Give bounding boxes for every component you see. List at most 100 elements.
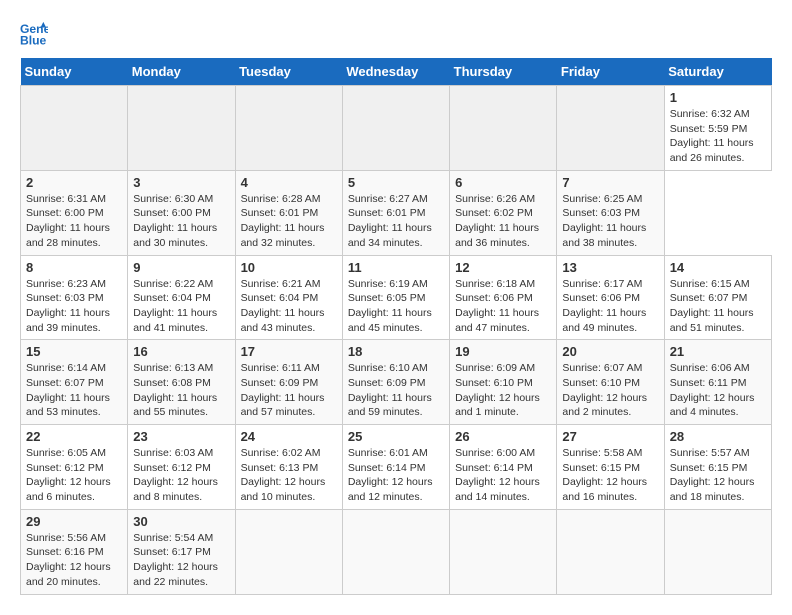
day-cell: 21Sunrise: 6:06 AMSunset: 6:11 PMDayligh… <box>664 340 771 425</box>
day-cell: 2 Sunrise: 6:31 AMSunset: 6:00 PMDaylight… <box>21 170 128 255</box>
day-info: Sunrise: 6:17 AMSunset: 6:06 PMDaylight:… <box>562 278 646 334</box>
empty-cell <box>342 86 449 171</box>
day-info: Sunrise: 6:00 AMSunset: 6:14 PMDaylight:… <box>455 447 540 503</box>
day-cell: 5 Sunrise: 6:27 AMSunset: 6:01 PMDaylight… <box>342 170 449 255</box>
day-number: 18 <box>348 344 444 359</box>
empty-cell <box>664 509 771 594</box>
day-cell: 14Sunrise: 6:15 AMSunset: 6:07 PMDayligh… <box>664 255 771 340</box>
empty-cell <box>21 86 128 171</box>
day-number: 13 <box>562 260 658 275</box>
day-cell: 28Sunrise: 5:57 AMSunset: 6:15 PMDayligh… <box>664 425 771 510</box>
day-number: 17 <box>241 344 337 359</box>
day-cell: 17 Sunrise: 6:11 AMSunset: 6:09 PMDayligh… <box>235 340 342 425</box>
day-info: Sunrise: 6:25 AMSunset: 6:03 PMDaylight:… <box>562 193 646 249</box>
day-number: 25 <box>348 429 444 444</box>
day-info: Sunrise: 6:30 AMSunset: 6:00 PMDaylight:… <box>133 193 217 249</box>
day-number: 22 <box>26 429 122 444</box>
day-number: 23 <box>133 429 229 444</box>
day-info: Sunrise: 6:14 AMSunset: 6:07 PMDaylight:… <box>26 362 110 418</box>
header: General Blue <box>20 20 772 48</box>
day-info: Sunrise: 6:31 AMSunset: 6:00 PMDaylight:… <box>26 193 110 249</box>
empty-cell <box>128 86 235 171</box>
day-cell: 20 Sunrise: 6:07 AMSunset: 6:10 PMDayligh… <box>557 340 664 425</box>
day-number: 12 <box>455 260 551 275</box>
empty-cell <box>342 509 449 594</box>
header-row: SundayMondayTuesdayWednesdayThursdayFrid… <box>21 58 772 86</box>
calendar-week-row: 8 Sunrise: 6:23 AMSunset: 6:03 PMDaylight… <box>21 255 772 340</box>
header-cell-wednesday: Wednesday <box>342 58 449 86</box>
header-cell-thursday: Thursday <box>450 58 557 86</box>
day-cell: 24 Sunrise: 6:02 AMSunset: 6:13 PMDayligh… <box>235 425 342 510</box>
day-number: 27 <box>562 429 658 444</box>
header-cell-sunday: Sunday <box>21 58 128 86</box>
day-number: 16 <box>133 344 229 359</box>
day-info: Sunrise: 6:23 AMSunset: 6:03 PMDaylight:… <box>26 278 110 334</box>
day-cell: 30Sunrise: 5:54 AMSunset: 6:17 PMDayligh… <box>128 509 235 594</box>
calendar-week-row: 1Sunrise: 6:32 AMSunset: 5:59 PMDaylight… <box>21 86 772 171</box>
calendar-week-row: 22 Sunrise: 6:05 AMSunset: 6:12 PMDayligh… <box>21 425 772 510</box>
day-cell: 1Sunrise: 6:32 AMSunset: 5:59 PMDaylight… <box>664 86 771 171</box>
empty-cell <box>450 509 557 594</box>
day-info: Sunrise: 6:06 AMSunset: 6:11 PMDaylight:… <box>670 362 755 418</box>
day-info: Sunrise: 6:15 AMSunset: 6:07 PMDaylight:… <box>670 278 754 334</box>
day-cell: 29Sunrise: 5:56 AMSunset: 6:16 PMDayligh… <box>21 509 128 594</box>
day-info: Sunrise: 6:01 AMSunset: 6:14 PMDaylight:… <box>348 447 433 503</box>
day-number: 15 <box>26 344 122 359</box>
day-number: 3 <box>133 175 229 190</box>
empty-cell <box>235 86 342 171</box>
day-info: Sunrise: 6:21 AMSunset: 6:04 PMDaylight:… <box>241 278 325 334</box>
day-info: Sunrise: 6:27 AMSunset: 6:01 PMDaylight:… <box>348 193 432 249</box>
day-cell: 8 Sunrise: 6:23 AMSunset: 6:03 PMDaylight… <box>21 255 128 340</box>
day-info: Sunrise: 6:19 AMSunset: 6:05 PMDaylight:… <box>348 278 432 334</box>
day-cell: 27 Sunrise: 5:58 AMSunset: 6:15 PMDayligh… <box>557 425 664 510</box>
logo: General Blue <box>20 20 52 48</box>
day-info: Sunrise: 6:22 AMSunset: 6:04 PMDaylight:… <box>133 278 217 334</box>
logo-icon: General Blue <box>20 20 48 48</box>
day-info: Sunrise: 6:11 AMSunset: 6:09 PMDaylight:… <box>241 362 325 418</box>
day-cell: 16 Sunrise: 6:13 AMSunset: 6:08 PMDayligh… <box>128 340 235 425</box>
day-number: 1 <box>670 90 766 105</box>
day-cell: 6 Sunrise: 6:26 AMSunset: 6:02 PMDaylight… <box>450 170 557 255</box>
empty-cell <box>235 509 342 594</box>
day-info: Sunrise: 6:26 AMSunset: 6:02 PMDaylight:… <box>455 193 539 249</box>
calendar-header: SundayMondayTuesdayWednesdayThursdayFrid… <box>21 58 772 86</box>
day-cell: 4Sunrise: 6:28 AMSunset: 6:01 PMDaylight… <box>235 170 342 255</box>
day-info: Sunrise: 6:10 AMSunset: 6:09 PMDaylight:… <box>348 362 432 418</box>
day-number: 20 <box>562 344 658 359</box>
day-info: Sunrise: 5:58 AMSunset: 6:15 PMDaylight:… <box>562 447 647 503</box>
calendar-table: SundayMondayTuesdayWednesdayThursdayFrid… <box>20 58 772 595</box>
header-cell-tuesday: Tuesday <box>235 58 342 86</box>
day-info: Sunrise: 6:09 AMSunset: 6:10 PMDaylight:… <box>455 362 540 418</box>
day-cell: 13 Sunrise: 6:17 AMSunset: 6:06 PMDayligh… <box>557 255 664 340</box>
day-cell: 11 Sunrise: 6:19 AMSunset: 6:05 PMDayligh… <box>342 255 449 340</box>
day-info: Sunrise: 5:56 AMSunset: 6:16 PMDaylight:… <box>26 532 111 588</box>
day-info: Sunrise: 5:54 AMSunset: 6:17 PMDaylight:… <box>133 532 218 588</box>
day-cell: 25 Sunrise: 6:01 AMSunset: 6:14 PMDayligh… <box>342 425 449 510</box>
calendar-week-row: 2 Sunrise: 6:31 AMSunset: 6:00 PMDaylight… <box>21 170 772 255</box>
day-number: 2 <box>26 175 122 190</box>
empty-cell <box>557 509 664 594</box>
day-number: 19 <box>455 344 551 359</box>
header-cell-monday: Monday <box>128 58 235 86</box>
day-number: 28 <box>670 429 766 444</box>
day-number: 8 <box>26 260 122 275</box>
day-cell: 19 Sunrise: 6:09 AMSunset: 6:10 PMDayligh… <box>450 340 557 425</box>
day-cell: 9Sunrise: 6:22 AMSunset: 6:04 PMDaylight… <box>128 255 235 340</box>
day-cell: 23Sunrise: 6:03 AMSunset: 6:12 PMDayligh… <box>128 425 235 510</box>
day-number: 5 <box>348 175 444 190</box>
header-cell-saturday: Saturday <box>664 58 771 86</box>
day-info: Sunrise: 6:02 AMSunset: 6:13 PMDaylight:… <box>241 447 326 503</box>
day-info: Sunrise: 6:05 AMSunset: 6:12 PMDaylight:… <box>26 447 111 503</box>
day-info: Sunrise: 6:13 AMSunset: 6:08 PMDaylight:… <box>133 362 217 418</box>
calendar-week-row: 29Sunrise: 5:56 AMSunset: 6:16 PMDayligh… <box>21 509 772 594</box>
day-cell: 12 Sunrise: 6:18 AMSunset: 6:06 PMDayligh… <box>450 255 557 340</box>
empty-cell <box>557 86 664 171</box>
day-number: 6 <box>455 175 551 190</box>
day-info: Sunrise: 6:18 AMSunset: 6:06 PMDaylight:… <box>455 278 539 334</box>
day-number: 7 <box>562 175 658 190</box>
day-info: Sunrise: 6:07 AMSunset: 6:10 PMDaylight:… <box>562 362 647 418</box>
day-cell: 10Sunrise: 6:21 AMSunset: 6:04 PMDayligh… <box>235 255 342 340</box>
day-number: 24 <box>241 429 337 444</box>
calendar-week-row: 15 Sunrise: 6:14 AMSunset: 6:07 PMDayligh… <box>21 340 772 425</box>
day-number: 11 <box>348 260 444 275</box>
